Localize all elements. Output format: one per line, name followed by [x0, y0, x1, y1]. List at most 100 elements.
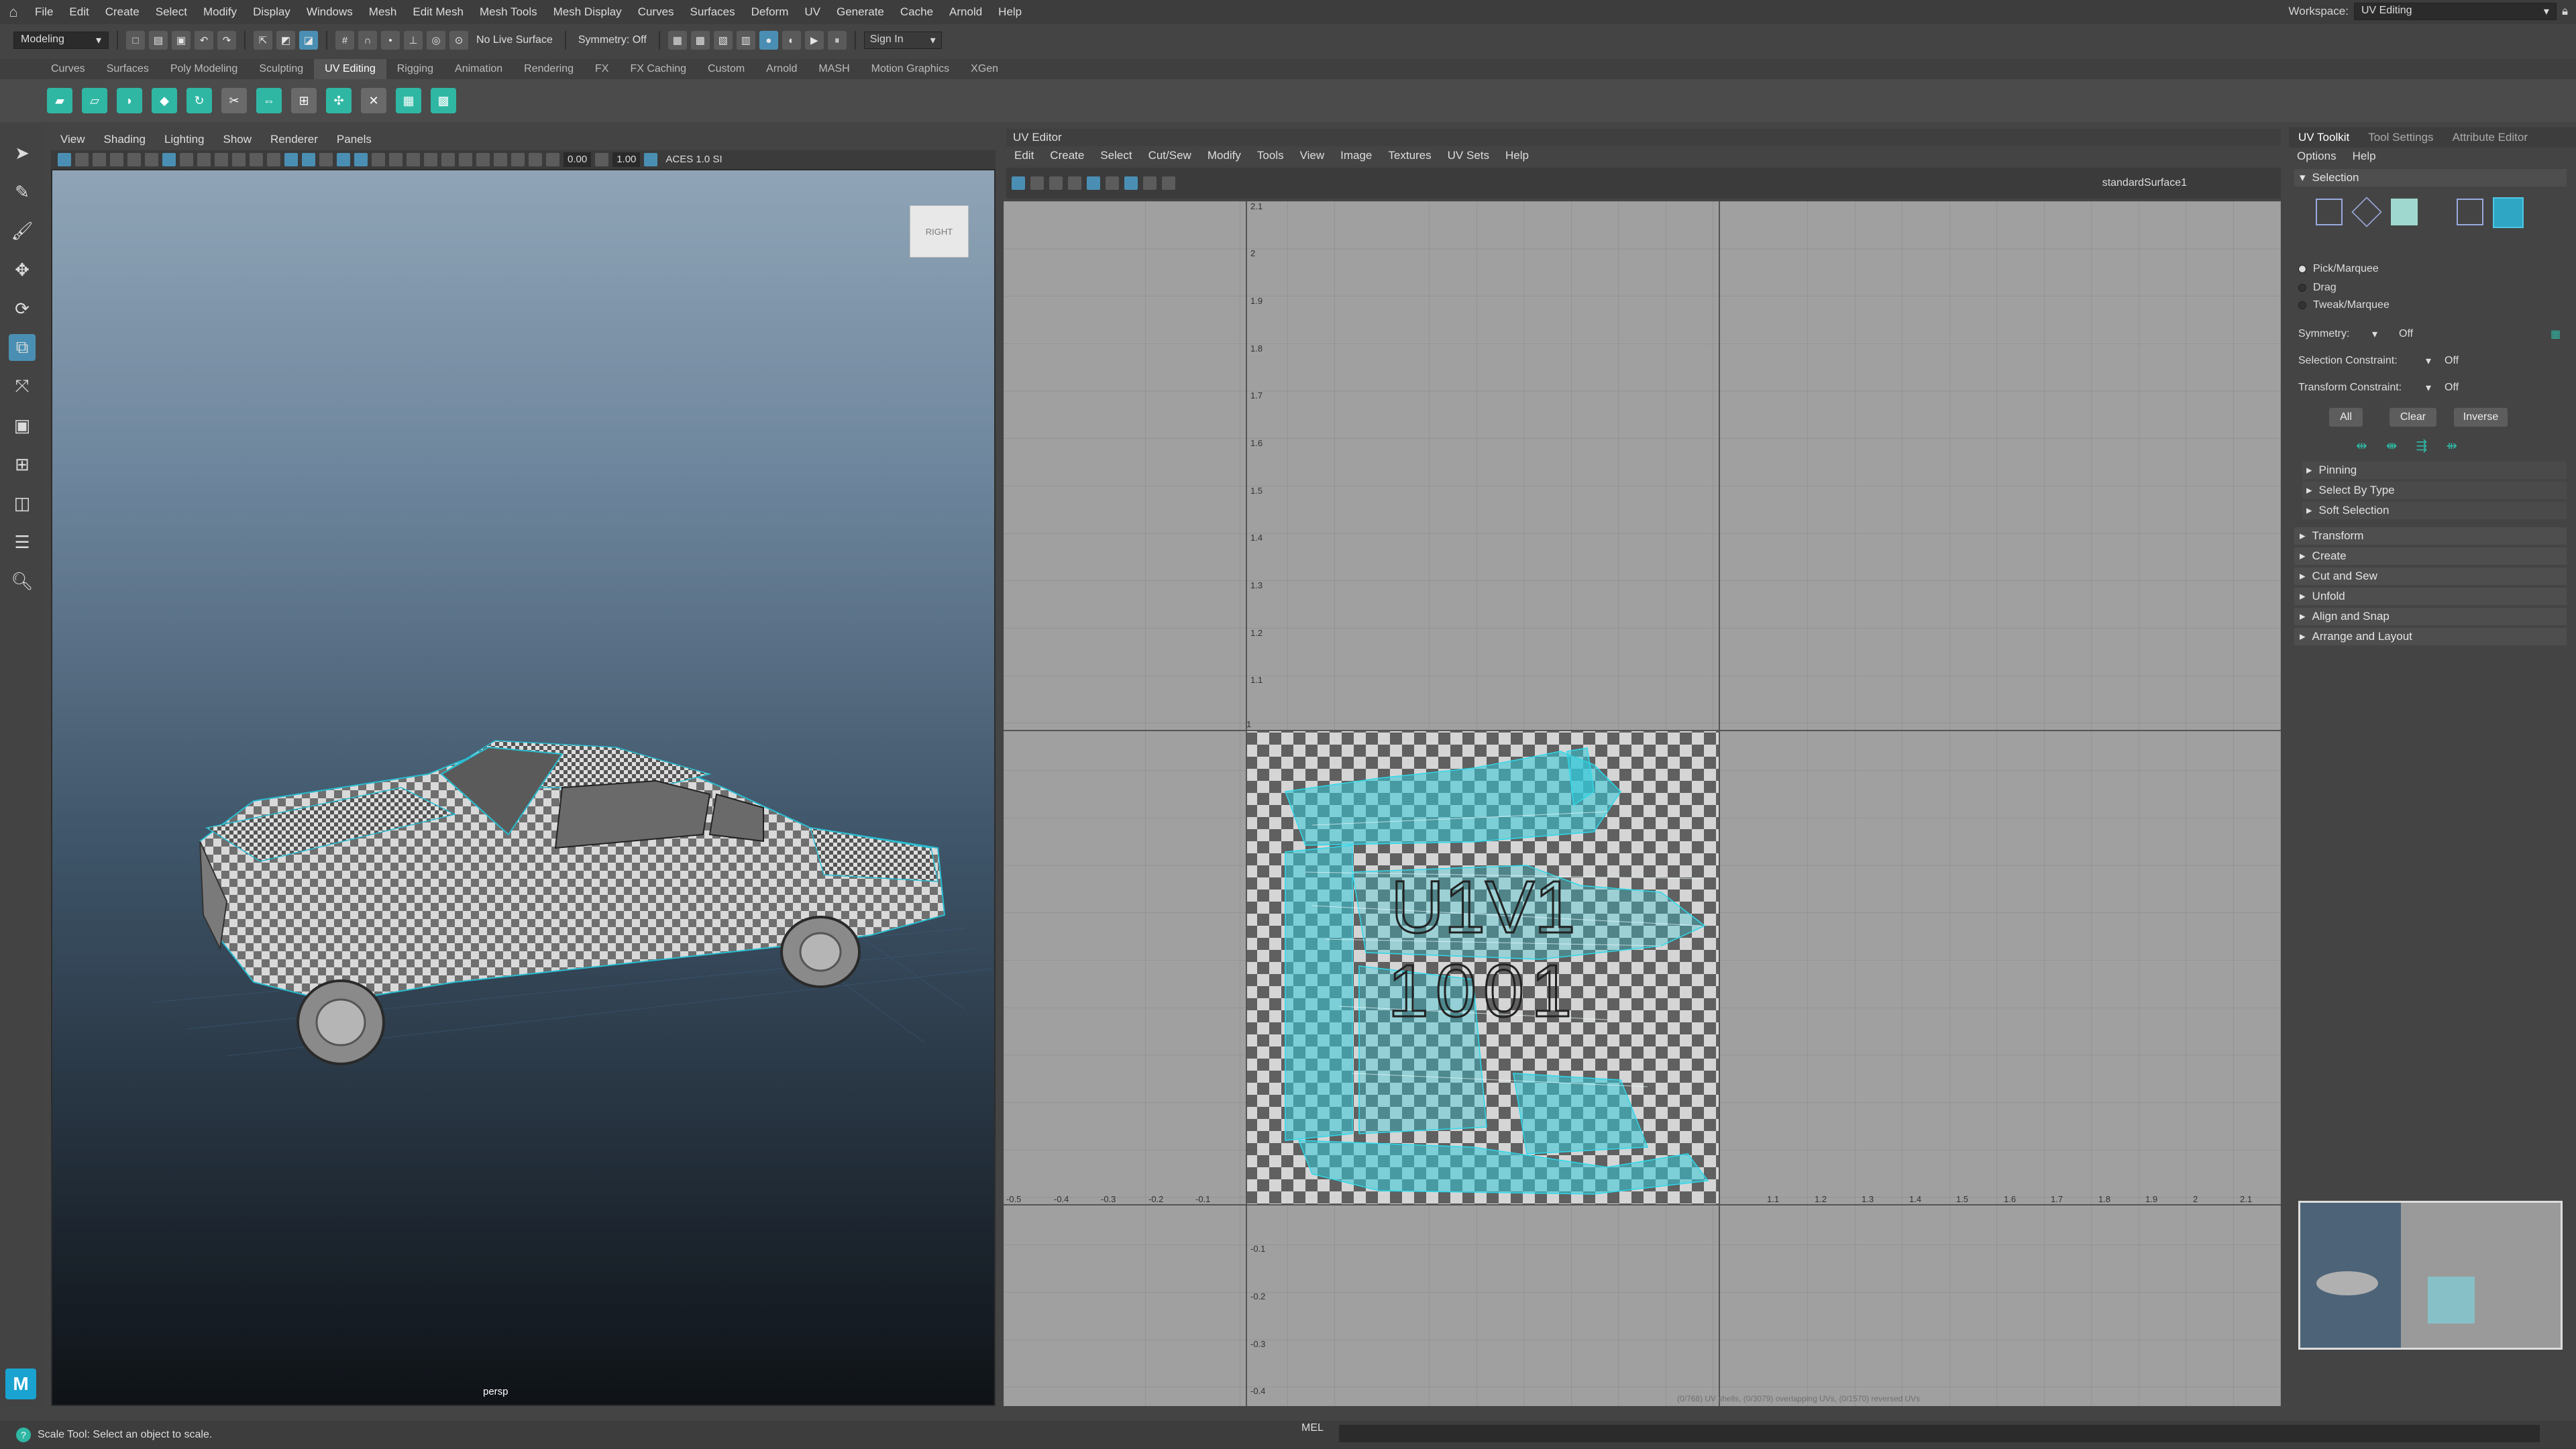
viewport-thumbnail[interactable] [2298, 1201, 2563, 1350]
viewport-menu-view[interactable]: View [51, 133, 95, 146]
menuset-dropdown[interactable]: Modeling ▾ [13, 32, 109, 49]
shelf-tab-mash[interactable]: MASH [808, 59, 860, 79]
section-arrange-and-layout[interactable]: ▸ Arrange and Layout [2294, 628, 2567, 645]
uv-menu-view[interactable]: View [1292, 149, 1333, 162]
two-view-icon[interactable]: ◫ [9, 490, 36, 517]
smooth-shade-icon[interactable] [302, 153, 315, 166]
color-management-icon[interactable] [644, 153, 658, 166]
car-model[interactable] [199, 740, 946, 1065]
gamma-icon[interactable] [595, 153, 609, 166]
shelf-tab-fx[interactable]: FX [584, 59, 619, 79]
outliner-icon[interactable]: ☰ [9, 529, 36, 555]
uv-pixel-snap-icon[interactable] [1143, 176, 1157, 190]
symmetry-grid-icon[interactable]: ▦ [2551, 327, 2561, 341]
symmetry-dropdown[interactable]: Symmetry: Off [574, 34, 651, 46]
chevron-down-icon[interactable]: ▾ [2372, 327, 2399, 341]
snap-point-icon[interactable]: • [381, 31, 400, 50]
uv-menu-image[interactable]: Image [1332, 149, 1380, 162]
grid-icon[interactable] [162, 153, 176, 166]
snap-curve-icon[interactable]: ∩ [358, 31, 377, 50]
xray-components-icon[interactable] [529, 153, 542, 166]
redo-icon[interactable]: ↷ [217, 31, 236, 50]
3d-viewport[interactable] [51, 169, 996, 1406]
distortion-icon[interactable]: ▩ [431, 88, 456, 113]
menu-deform[interactable]: Deform [743, 5, 797, 19]
search-icon[interactable]: 🔍︎ [9, 568, 36, 594]
snap-grid-icon[interactable]: # [335, 31, 354, 50]
camera-attributes-icon[interactable] [75, 153, 89, 166]
wireframe-icon[interactable] [284, 153, 298, 166]
workspace-dropdown[interactable]: UV Editing ▾ [2353, 3, 2557, 20]
view-transform-label[interactable]: ACES 1.0 SI [661, 152, 726, 167]
script-language-label[interactable]: MEL [1301, 1422, 1324, 1434]
shelf-tab-rendering[interactable]: Rendering [513, 59, 584, 79]
transform-constraint-value[interactable]: Off [2445, 382, 2459, 394]
menu-generate[interactable]: Generate [828, 5, 892, 19]
menu-edit[interactable]: Edit [61, 5, 97, 19]
uv-editor-canvas[interactable]: U1V1 1001 2.1 2 1.9 1.8 1.7 1.6 1.5 1.4 … [1004, 201, 2281, 1406]
menu-mesh-tools[interactable]: Mesh Tools [472, 5, 545, 19]
render-settings-icon[interactable]: ▥ [736, 31, 755, 50]
select-shortest-edge-icon[interactable]: ⇻ [2446, 437, 2457, 454]
shadows-icon[interactable] [389, 153, 402, 166]
save-scene-icon[interactable]: ▣ [172, 31, 191, 50]
tab-uv-toolkit[interactable]: UV Toolkit [2289, 131, 2359, 144]
motion-blur-icon[interactable] [424, 153, 437, 166]
inverse-selection-button[interactable]: Inverse [2454, 408, 2508, 427]
menu-arnold[interactable]: Arnold [941, 5, 990, 19]
viewcube[interactable]: RIGHT [910, 205, 969, 258]
viewport-menu-renderer[interactable]: Renderer [261, 133, 327, 146]
sew-uv-icon[interactable]: ⇔ [256, 88, 282, 113]
layout-uv-icon[interactable]: ⊞ [291, 88, 317, 113]
shelf-tab-rigging[interactable]: Rigging [386, 59, 444, 79]
section-align-and-snap[interactable]: ▸ Align and Snap [2294, 608, 2567, 625]
image-plane-icon[interactable] [110, 153, 123, 166]
select-border-icon[interactable]: ⇶ [2416, 437, 2428, 454]
section-selection[interactable]: ▾ Selection [2294, 169, 2567, 186]
symmetry-value[interactable]: Off [2399, 328, 2413, 340]
resolution-gate-icon[interactable] [197, 153, 211, 166]
menu-windows[interactable]: Windows [299, 5, 361, 19]
shrink-selection-icon[interactable]: ⇼ [2386, 437, 2398, 454]
uv-close-icon[interactable]: ✕ [361, 88, 386, 113]
ambient-occlusion-icon[interactable] [407, 153, 420, 166]
select-hierarchy-icon[interactable]: ⇱ [254, 31, 272, 50]
menu-modify[interactable]: Modify [195, 5, 245, 19]
unfold-icon[interactable]: ✣ [326, 88, 352, 113]
clear-selection-button[interactable]: Clear [2390, 408, 2436, 427]
shelf-tab-fx-caching[interactable]: FX Caching [619, 59, 697, 79]
uv-menu-select[interactable]: Select [1092, 149, 1140, 162]
shelf-tab-uv-editing[interactable]: UV Editing [314, 59, 386, 79]
vertex-select-icon[interactable] [2316, 199, 2343, 225]
shader-selector[interactable]: standardSurface1 [2102, 177, 2187, 189]
menu-create[interactable]: Create [97, 5, 148, 19]
bookmark-icon[interactable] [93, 153, 106, 166]
sign-in-dropdown[interactable]: Sign In ▾ [863, 32, 942, 49]
section-unfold[interactable]: ▸ Unfold [2294, 588, 2567, 605]
hypershade-icon[interactable]: ● [759, 31, 778, 50]
uv-menu-uv-sets[interactable]: UV Sets [1440, 149, 1497, 162]
move-tool-icon[interactable]: ✥ [9, 256, 36, 283]
menu-cache[interactable]: Cache [892, 5, 941, 19]
shelf-tab-xgen[interactable]: XGen [960, 59, 1009, 79]
shelf-tab-curves[interactable]: Curves [40, 59, 96, 79]
select-component-icon[interactable]: ◪ [299, 31, 318, 50]
uv-checker-icon[interactable] [1087, 176, 1100, 190]
shelf-tab-custom[interactable]: Custom [697, 59, 755, 79]
xray-icon[interactable] [494, 153, 507, 166]
cylindrical-map-icon[interactable]: ▱ [82, 88, 107, 113]
auto-map-icon[interactable]: ◆ [152, 88, 177, 113]
field-chart-icon[interactable] [232, 153, 246, 166]
chevron-down-icon[interactable]: ▾ [2426, 381, 2445, 394]
menu-file[interactable]: File [27, 5, 61, 19]
planar-map-icon[interactable]: ▰ [47, 88, 72, 113]
default-material-icon[interactable] [319, 153, 333, 166]
snap-surface-icon[interactable]: ◎ [427, 31, 445, 50]
menu-uv[interactable]: UV [796, 5, 828, 19]
lock-icon[interactable]: 🔒︎ [2562, 5, 2568, 18]
uv-menu-modify[interactable]: Modify [1199, 149, 1249, 162]
menu-display[interactable]: Display [245, 5, 299, 19]
shelf-tab-sculpting[interactable]: Sculpting [248, 59, 314, 79]
menu-select[interactable]: Select [148, 5, 195, 19]
tab-tool-settings[interactable]: Tool Settings [2359, 131, 2443, 144]
